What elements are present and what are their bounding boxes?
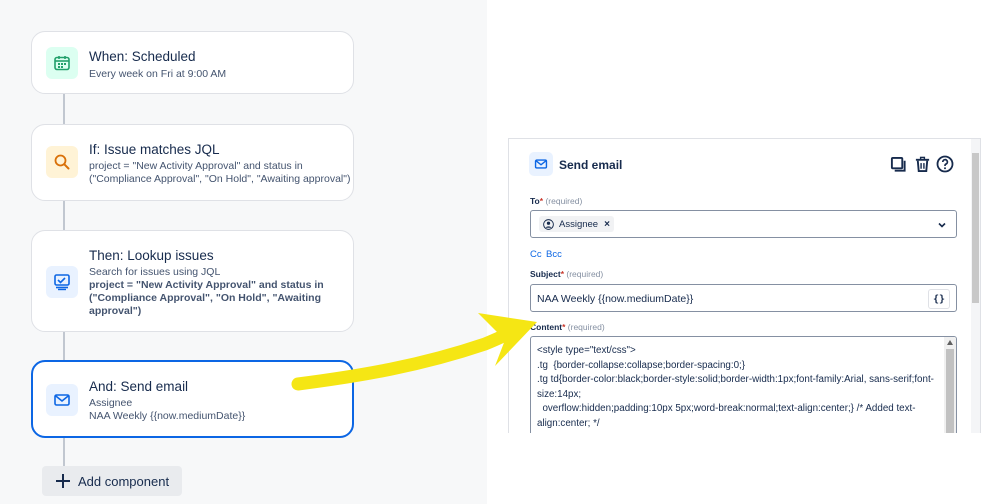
add-component-button[interactable]: Add component — [42, 466, 182, 496]
content-value: <style type="text/css"> .tg {border-coll… — [537, 345, 934, 429]
subject-input[interactable]: NAA Weekly {{now.mediumDate}} {} — [530, 284, 957, 312]
connector-line — [63, 437, 65, 466]
condition-card[interactable]: If: Issue matches JQL project = "New Act… — [31, 124, 354, 201]
lookup-query: project = "New Activity Approval" and st… — [89, 279, 324, 317]
trigger-title: When: Scheduled — [89, 49, 196, 64]
send-email-title: And: Send email — [89, 379, 189, 394]
chevron-down-icon[interactable] — [937, 220, 947, 230]
user-icon — [543, 218, 554, 230]
content-textarea[interactable]: <style type="text/css"> .tg {border-coll… — [530, 336, 957, 433]
smart-value-button[interactable]: {} — [928, 289, 950, 309]
subject-label: Subject* (required) — [530, 269, 604, 279]
add-component-label: Add component — [78, 473, 170, 489]
connector-line — [63, 93, 65, 125]
plus-icon — [56, 474, 70, 488]
mail-icon — [529, 152, 553, 176]
lookup-card[interactable]: Then: Lookup issues Search for issues us… — [31, 230, 354, 332]
to-label: To* (required) — [530, 196, 583, 206]
condition-title: If: Issue matches JQL — [89, 142, 220, 157]
panel-scrollbar[interactable] — [971, 139, 980, 433]
condition-line-1: project = "New Activity Approval" and st… — [89, 160, 303, 172]
lookup-list-icon — [46, 266, 78, 298]
search-icon — [46, 146, 78, 178]
send-email-card[interactable]: And: Send email Assignee NAA Weekly {{no… — [31, 360, 354, 438]
send-email-subject: NAA Weekly {{now.mediumDate}} — [89, 410, 246, 422]
help-icon[interactable] — [936, 155, 954, 173]
bcc-link[interactable]: Bcc — [546, 249, 562, 260]
mail-icon — [46, 384, 78, 416]
content-scrollbar[interactable] — [944, 337, 956, 433]
lookup-subtitle: Search for issues using JQL — [89, 266, 221, 278]
connector-line — [63, 200, 65, 231]
remove-chip-icon[interactable]: × — [604, 219, 610, 230]
send-email-config-panel: Send email To* (required) Assignee × Cc … — [508, 138, 981, 433]
send-email-recipient: Assignee — [89, 397, 133, 409]
trash-icon[interactable] — [913, 155, 931, 173]
assignee-chip: Assignee × — [539, 216, 614, 232]
lookup-title: Then: Lookup issues — [89, 248, 214, 263]
content-label: Content* (required) — [530, 322, 605, 332]
workflow-panel: When: Scheduled Every week on Fri at 9:0… — [0, 0, 487, 504]
duplicate-icon[interactable] — [889, 155, 907, 173]
panel-title: Send email — [559, 158, 623, 172]
cc-link[interactable]: Cc — [530, 249, 542, 260]
to-field[interactable]: Assignee × — [530, 210, 957, 238]
connector-line — [63, 331, 65, 361]
trigger-subtitle: Every week on Fri at 9:00 AM — [89, 68, 227, 80]
trigger-card[interactable]: When: Scheduled Every week on Fri at 9:0… — [31, 31, 354, 94]
condition-line-2: ("Compliance Approval", "On Hold", "Awai… — [89, 173, 351, 185]
calendar-icon — [46, 47, 78, 79]
subject-value: NAA Weekly {{now.mediumDate}} — [537, 293, 694, 305]
